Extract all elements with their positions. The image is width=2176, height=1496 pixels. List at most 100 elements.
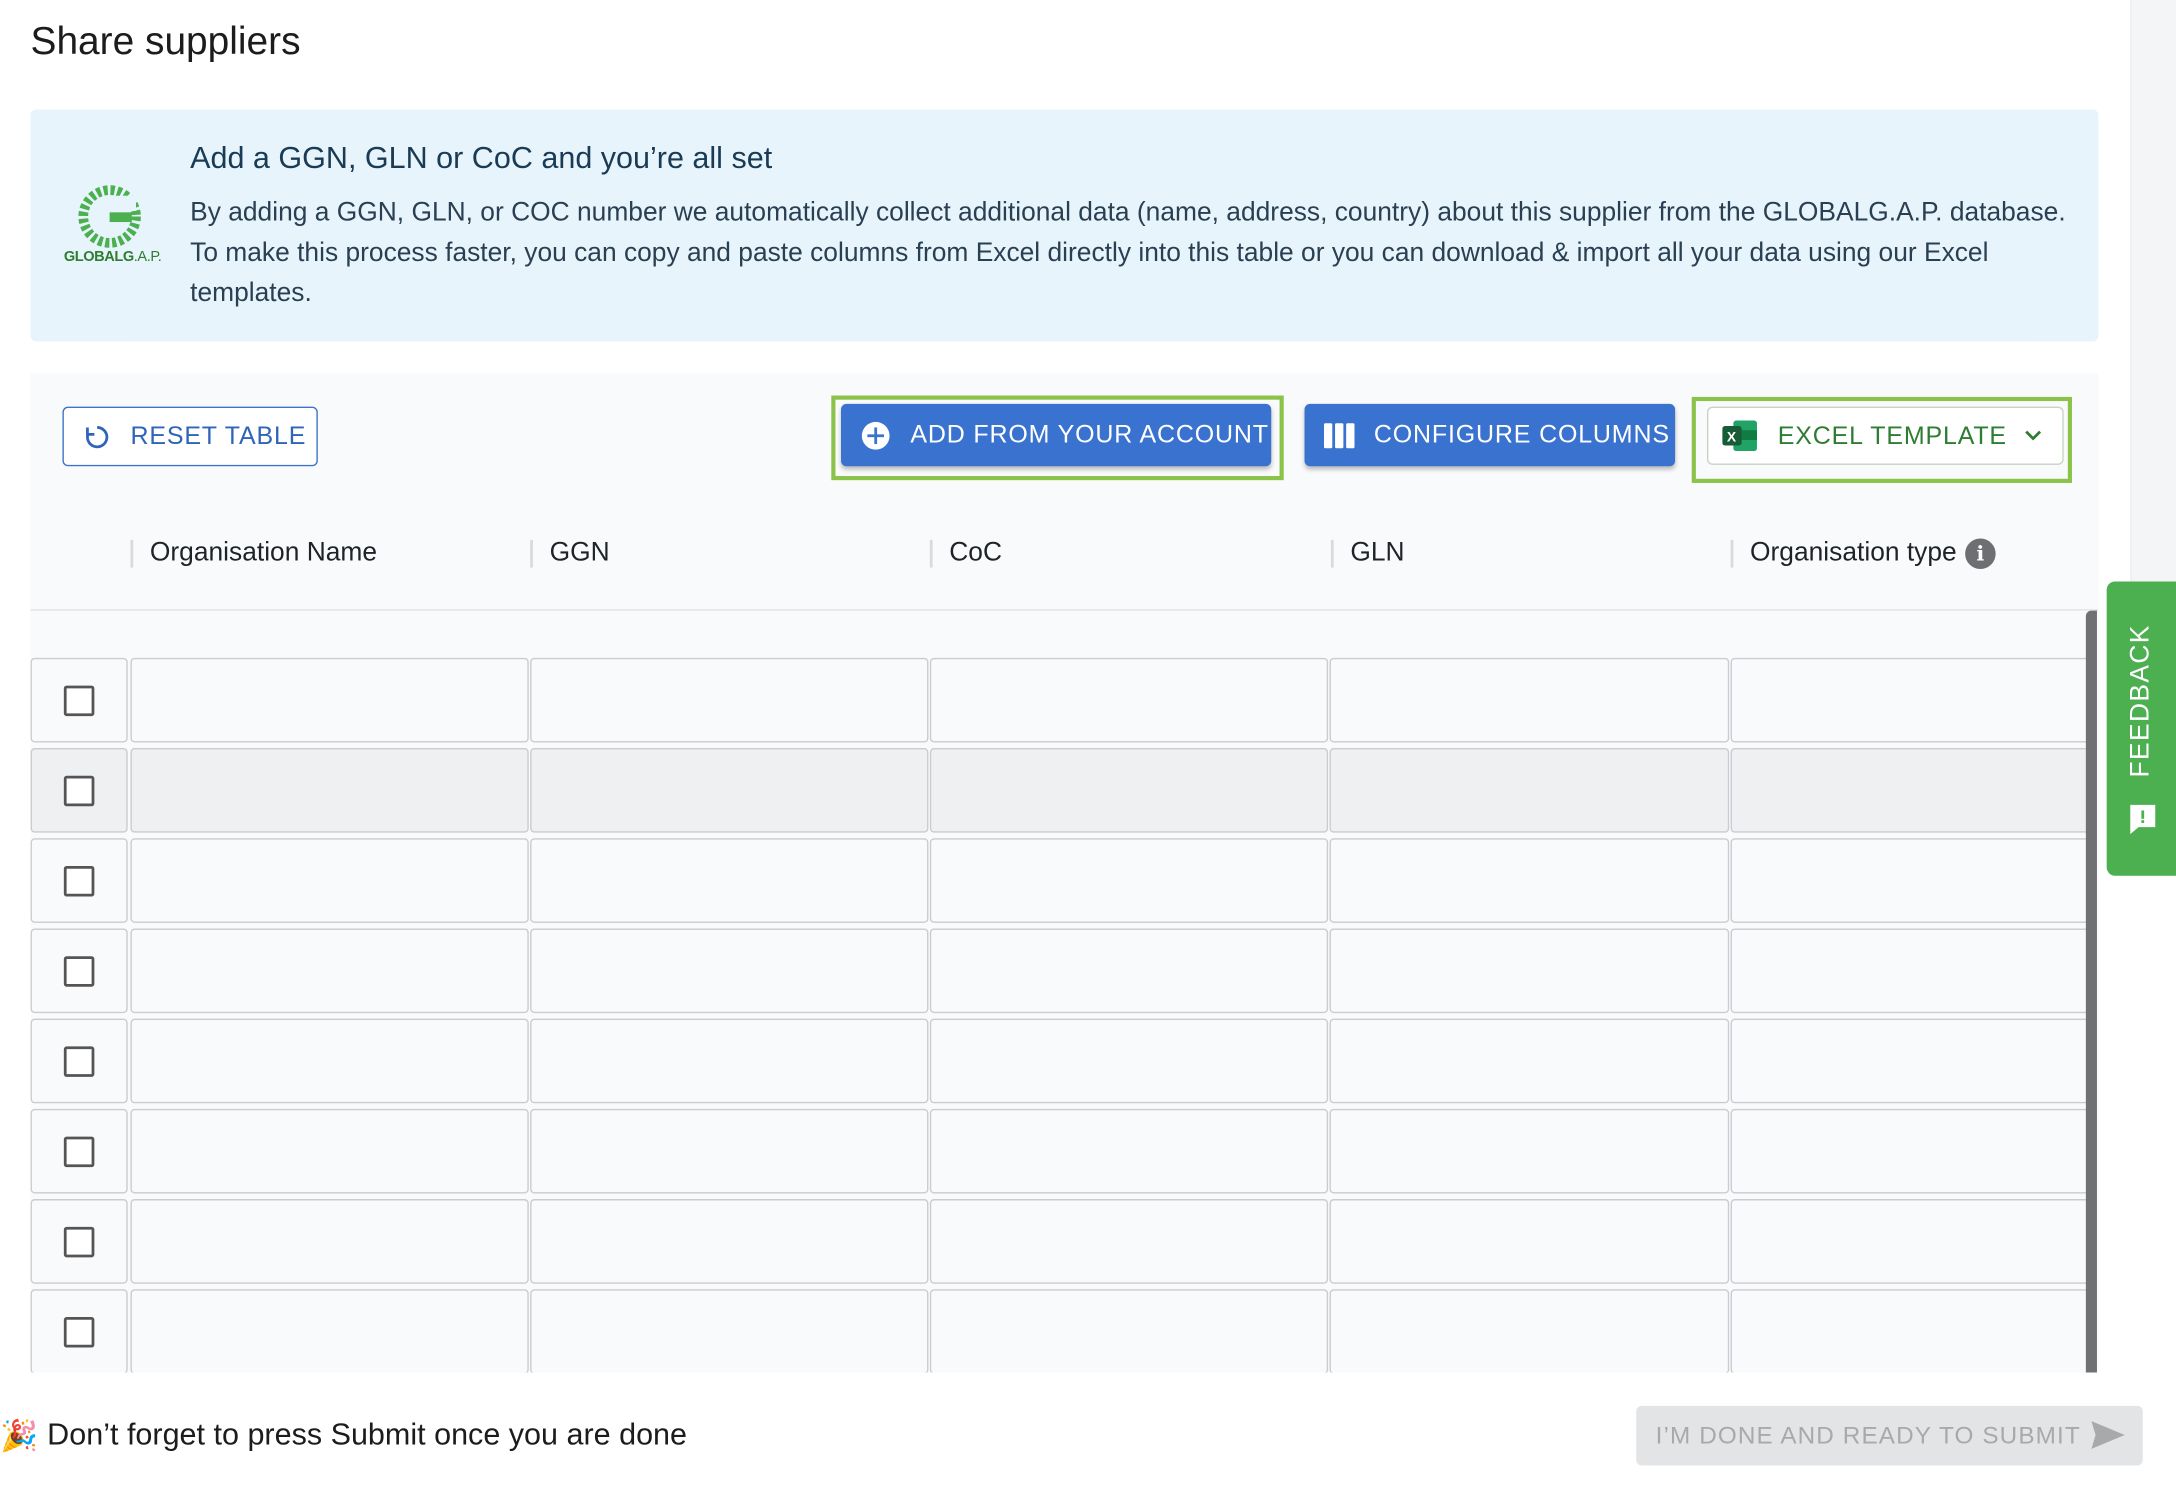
table-cell[interactable] bbox=[1730, 1199, 2095, 1284]
reset-table-label: RESET TABLE bbox=[130, 421, 307, 450]
table-cell[interactable] bbox=[929, 1289, 1329, 1373]
party-popper-icon: 🎉 bbox=[0, 1418, 39, 1454]
feedback-chat-icon bbox=[2130, 804, 2156, 835]
table-cell[interactable] bbox=[929, 928, 1329, 1014]
table-cell[interactable] bbox=[530, 1018, 929, 1104]
table-cell[interactable] bbox=[130, 1289, 529, 1373]
column-header-gln[interactable]: GLN bbox=[1330, 537, 1405, 570]
row-select-cell bbox=[30, 1199, 128, 1284]
table-row bbox=[30, 1199, 2095, 1286]
table-cell[interactable] bbox=[530, 657, 929, 743]
row-checkbox[interactable] bbox=[63, 1046, 95, 1077]
table-cell[interactable] bbox=[929, 748, 1329, 833]
submit-button[interactable]: I’M DONE AND READY TO SUBMIT bbox=[1636, 1405, 2143, 1466]
configure-columns-button[interactable]: CONFIGURE COLUMNS bbox=[1304, 403, 1676, 467]
row-checkbox[interactable] bbox=[63, 685, 95, 717]
table-cell[interactable] bbox=[130, 838, 529, 923]
banner-heading: Add a GGN, GLN or CoC and you’re all set bbox=[190, 140, 773, 175]
table-cell[interactable] bbox=[130, 748, 529, 833]
table-cell[interactable] bbox=[530, 928, 929, 1014]
row-select-cell bbox=[30, 1289, 128, 1373]
add-circle-icon bbox=[861, 421, 890, 449]
info-banner: GLOBALG.A.P. Add a GGN, GLN or CoC and y… bbox=[30, 109, 2099, 342]
row-select-cell bbox=[30, 1108, 128, 1194]
table-cell[interactable] bbox=[1730, 1018, 2095, 1104]
table-cell[interactable] bbox=[1730, 928, 2095, 1014]
table-cell[interactable] bbox=[1329, 928, 1730, 1014]
info-icon[interactable]: i bbox=[1965, 538, 1996, 569]
table-cell[interactable] bbox=[130, 1108, 529, 1194]
reset-icon bbox=[86, 425, 109, 448]
row-select-cell bbox=[30, 838, 128, 923]
send-icon bbox=[2091, 1421, 2125, 1449]
table-row bbox=[30, 838, 2095, 925]
table-cell[interactable] bbox=[929, 838, 1329, 923]
table-row bbox=[30, 928, 2095, 1015]
feedback-tab[interactable]: FEEDBACK bbox=[2106, 581, 2176, 876]
supplier-table-card: RESET TABLE ADD FROM YOUR ACCOUNT CONFIG… bbox=[30, 373, 2099, 1373]
row-checkbox[interactable] bbox=[63, 1317, 95, 1348]
excel-template-button[interactable]: X EXCEL TEMPLATE bbox=[1706, 406, 2064, 465]
table-cell[interactable] bbox=[1329, 838, 1730, 923]
add-from-account-button[interactable]: ADD FROM YOUR ACCOUNT bbox=[841, 403, 1272, 467]
table-cell[interactable] bbox=[929, 657, 1329, 743]
page-scroll-track[interactable] bbox=[2130, 0, 2176, 582]
table-cell[interactable] bbox=[530, 1199, 929, 1284]
columns-icon bbox=[1323, 422, 1355, 448]
table-cell[interactable] bbox=[1730, 657, 2095, 743]
table-cell[interactable] bbox=[530, 1108, 929, 1194]
page-title: Share suppliers bbox=[30, 19, 301, 63]
table-cell[interactable] bbox=[130, 657, 529, 743]
globalgap-g-icon bbox=[78, 185, 141, 248]
add-from-account-label: ADD FROM YOUR ACCOUNT bbox=[910, 420, 1269, 449]
logo-text-light: .A.P. bbox=[133, 248, 162, 266]
row-select-cell bbox=[30, 748, 128, 833]
table-cell[interactable] bbox=[130, 1199, 529, 1284]
configure-columns-label: CONFIGURE COLUMNS bbox=[1373, 420, 1670, 449]
table-row bbox=[30, 1289, 2095, 1373]
table-cell[interactable] bbox=[1730, 748, 2095, 833]
table-cell[interactable] bbox=[1329, 748, 1730, 833]
table-cell[interactable] bbox=[1730, 1289, 2095, 1373]
reset-table-button[interactable]: RESET TABLE bbox=[62, 406, 318, 467]
row-checkbox[interactable] bbox=[63, 1226, 95, 1258]
footer-reminder-text: Don’t forget to press Submit once you ar… bbox=[47, 1416, 688, 1452]
table-cell[interactable] bbox=[929, 1199, 1329, 1284]
column-header-organisation-name[interactable]: Organisation Name bbox=[130, 537, 377, 570]
column-header-coc[interactable]: CoC bbox=[929, 537, 1002, 570]
feedback-label: FEEDBACK bbox=[2126, 624, 2156, 778]
table-cell[interactable] bbox=[1730, 1108, 2095, 1194]
table-row bbox=[30, 1018, 2095, 1106]
logo-text-bold: GLOBALG bbox=[63, 248, 134, 266]
excel-icon: X bbox=[1722, 420, 1757, 452]
table-row bbox=[30, 1108, 2095, 1196]
excel-template-label: EXCEL TEMPLATE bbox=[1777, 421, 2007, 449]
table-cell[interactable] bbox=[1329, 1199, 1730, 1284]
table-header: Organisation Name GGN CoC GLN Organisati… bbox=[30, 512, 2099, 611]
footer-bar: 🎉 Don’t forget to press Submit once you … bbox=[0, 1372, 2176, 1492]
column-header-ggn[interactable]: GGN bbox=[530, 537, 610, 570]
row-select-cell bbox=[30, 928, 128, 1014]
table-cell[interactable] bbox=[1730, 838, 2095, 923]
row-checkbox[interactable] bbox=[63, 865, 95, 897]
chevron-down-icon bbox=[2025, 430, 2042, 441]
row-checkbox[interactable] bbox=[63, 956, 95, 987]
table-cell[interactable] bbox=[929, 1108, 1329, 1194]
table-cell[interactable] bbox=[1329, 1108, 1730, 1194]
table-cell[interactable] bbox=[1329, 1018, 1730, 1104]
table-cell[interactable] bbox=[130, 928, 529, 1014]
table-cell[interactable] bbox=[530, 1289, 929, 1373]
table-cell[interactable] bbox=[530, 748, 929, 833]
globalgap-logo: GLOBALG.A.P. bbox=[64, 185, 164, 271]
table-cell[interactable] bbox=[1329, 657, 1730, 743]
banner-body: By adding a GGN, GLN, or COC number we a… bbox=[190, 198, 2066, 309]
submit-label: I’M DONE AND READY TO SUBMIT bbox=[1655, 1421, 2081, 1449]
row-checkbox[interactable] bbox=[63, 775, 95, 807]
row-checkbox[interactable] bbox=[63, 1136, 95, 1168]
table-cell[interactable] bbox=[530, 838, 929, 923]
table-scrollbar[interactable] bbox=[2085, 610, 2097, 1373]
table-cell[interactable] bbox=[929, 1018, 1329, 1104]
table-cell[interactable] bbox=[130, 1018, 529, 1104]
column-header-organisation-type[interactable]: Organisation type i bbox=[1730, 537, 1996, 570]
table-cell[interactable] bbox=[1329, 1289, 1730, 1373]
